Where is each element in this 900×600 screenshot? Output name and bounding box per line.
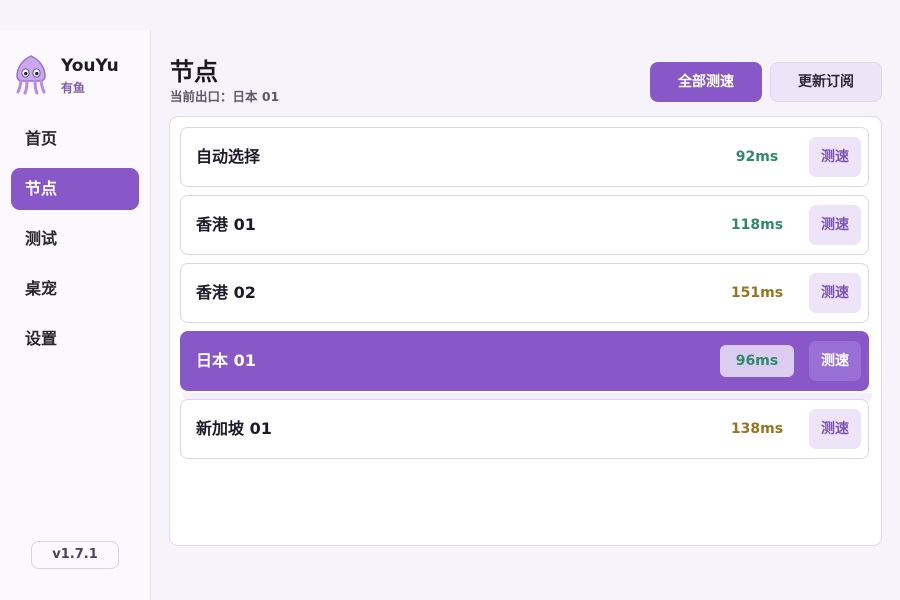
update-subscription-button[interactable]: 更新订阅 <box>770 62 882 102</box>
current-exit-label: 当前出口：日本 01 <box>170 89 280 104</box>
node-name: 香港 01 <box>196 215 256 234</box>
sidebar-item-desk-pet[interactable]: 桌宠 <box>11 268 139 310</box>
latency-value: 118ms <box>730 217 784 233</box>
node-row-auto[interactable]: 自动选择 92ms 测速 <box>180 127 869 187</box>
app-subtitle: 有鱼 <box>61 81 86 95</box>
node-name: 新加坡 01 <box>196 419 272 438</box>
sidebar-item-settings[interactable]: 设置 <box>11 318 139 360</box>
latency-value: 92ms <box>735 149 779 165</box>
page-title: 节点 <box>170 58 218 86</box>
main-content: 节点 当前出口：日本 01 全部测速 更新订阅 自动选择 92ms 测速 香港 … <box>151 30 900 600</box>
test-all-button[interactable]: 全部测速 <box>650 62 762 102</box>
version-badge: v1.7.1 <box>31 541 119 569</box>
latency-value: 96ms <box>720 345 794 377</box>
node-name: 香港 02 <box>196 283 256 302</box>
sidebar-item-home[interactable]: 首页 <box>11 118 139 160</box>
node-name: 日本 01 <box>196 351 256 370</box>
app-name: YouYu <box>61 56 119 76</box>
speed-test-button[interactable]: 测速 <box>809 273 861 313</box>
sidebar-nav: 首页 节点 测试 桌宠 设置 <box>11 118 139 368</box>
brand: YouYu 有鱼 <box>12 54 142 98</box>
latency-value: 138ms <box>730 421 784 437</box>
speed-test-button[interactable]: 测速 <box>809 341 861 381</box>
sidebar: YouYu 有鱼 首页 节点 测试 桌宠 设置 v1.7.1 <box>0 30 151 600</box>
node-name: 自动选择 <box>196 147 261 166</box>
speed-test-button[interactable]: 测速 <box>809 409 861 449</box>
speed-test-button[interactable]: 测速 <box>809 205 861 245</box>
sidebar-item-nodes[interactable]: 节点 <box>11 168 139 210</box>
node-row-jp01[interactable]: 日本 01 96ms 测速 <box>180 331 869 391</box>
node-row-sg01[interactable]: 新加坡 01 138ms 测速 <box>180 399 869 459</box>
squid-logo-icon <box>16 55 46 95</box>
sidebar-item-test[interactable]: 测试 <box>11 218 139 260</box>
node-list-panel: 自动选择 92ms 测速 香港 01 118ms 测速 香港 02 151ms … <box>169 116 882 546</box>
node-row-hk01[interactable]: 香港 01 118ms 测速 <box>180 195 869 255</box>
latency-value: 151ms <box>730 285 784 301</box>
window-top-strip <box>0 0 900 30</box>
node-row-hk02[interactable]: 香港 02 151ms 测速 <box>180 263 869 323</box>
speed-test-button[interactable]: 测速 <box>809 137 861 177</box>
